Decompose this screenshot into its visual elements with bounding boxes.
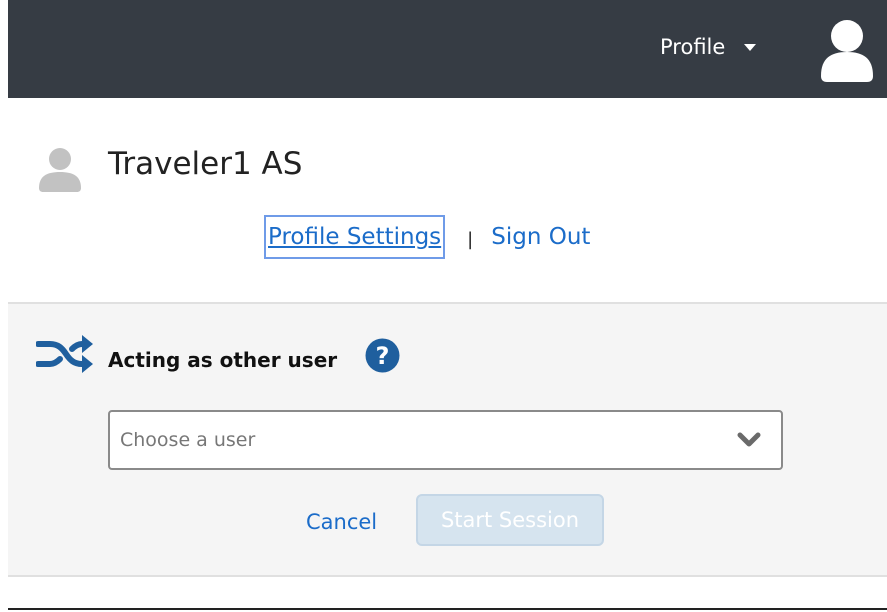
user-name: Traveler1 AS bbox=[108, 146, 303, 182]
divider bbox=[8, 608, 887, 610]
user-avatar-icon[interactable] bbox=[817, 14, 877, 82]
user-avatar-icon bbox=[39, 148, 81, 192]
profile-menu-label: Profile bbox=[660, 35, 726, 59]
chevron-down-icon bbox=[744, 43, 757, 51]
sign-out-link[interactable]: Sign Out bbox=[491, 224, 590, 250]
acting-as-panel: Acting as other user ? Choose a user Can… bbox=[8, 302, 887, 577]
profile-settings-link[interactable]: Profile Settings bbox=[264, 215, 446, 259]
link-separator: | bbox=[467, 228, 474, 250]
start-session-button[interactable]: Start Session bbox=[416, 494, 604, 546]
acting-as-title: Acting as other user bbox=[108, 348, 338, 372]
cancel-button[interactable]: Cancel bbox=[306, 510, 377, 534]
shuffle-icon bbox=[36, 335, 93, 373]
page: Profile Traveler1 AS Profile Settings | … bbox=[0, 0, 887, 612]
svg-text:?: ? bbox=[376, 342, 390, 370]
help-icon[interactable]: ? bbox=[365, 338, 400, 373]
top-navigation-bar: Profile bbox=[8, 0, 887, 98]
choose-user-select[interactable]: Choose a user bbox=[108, 410, 783, 470]
user-links: Profile Settings | Sign Out bbox=[264, 214, 590, 260]
chevron-down-icon bbox=[737, 432, 761, 447]
profile-menu-button[interactable]: Profile bbox=[660, 33, 757, 61]
choose-user-placeholder: Choose a user bbox=[120, 429, 256, 451]
